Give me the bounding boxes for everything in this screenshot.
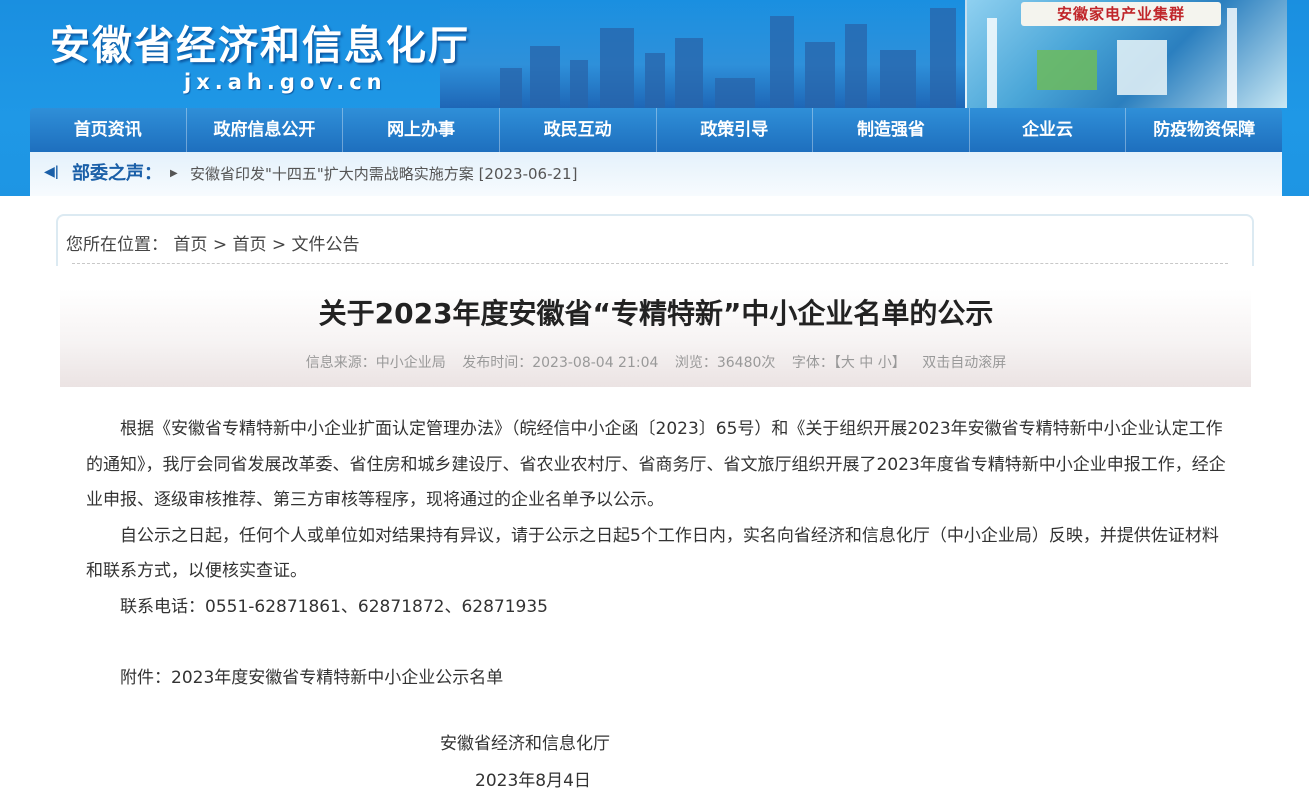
breadcrumb-link-home[interactable]: 首页 — [173, 235, 207, 255]
main-nav: 首页资讯 政府信息公开 网上办事 政民互动 政策引导 制造强省 企业云 防疫物资… — [30, 108, 1282, 152]
breadcrumb-separator: > — [271, 235, 287, 255]
autoscroll-hint[interactable]: 双击自动滚屏 — [922, 355, 1006, 371]
nav-item-epidemic-supplies[interactable]: 防疫物资保障 — [1126, 108, 1282, 152]
nav-item-interaction[interactable]: 政民互动 — [500, 108, 657, 152]
font-size-switch[interactable]: 【大 中 小】 — [834, 355, 906, 371]
nav-item-policy[interactable]: 政策引导 — [657, 108, 814, 152]
announcement-label: 部委之声： — [72, 163, 162, 184]
article-title: 关于2023年度安徽省“专精特新”中小企业名单的公示 — [318, 297, 994, 330]
attachment-link[interactable]: 附件：2023年度安徽省专精特新中小企业公示名单 — [86, 661, 1228, 697]
meta-source: 信息来源：中小企业局 — [305, 355, 446, 371]
speaker-icon: ◀ǀ — [44, 164, 59, 180]
site-banner: 安徽家电产业集群 安徽省经济和信息化厅 jx.ah.gov.cn — [0, 0, 1309, 108]
site-domain: jx.ah.gov.cn — [184, 70, 387, 94]
article-paragraph: 根据《安徽省专精特新中小企业扩面认定管理办法》（皖经信中小企函〔2023〕65号… — [86, 419, 1226, 510]
breadcrumb-prefix: 您所在位置： — [66, 235, 168, 255]
nav-item-online-services[interactable]: 网上办事 — [343, 108, 500, 152]
arrow-right-icon: ▶ — [170, 168, 178, 179]
article-paragraph: 自公示之日起，任何个人或单位如对结果持有异议，请于公示之日起5个工作日内，实名向… — [86, 525, 1219, 582]
meta-published: 发布时间：2023-08-04 21:04 — [462, 355, 659, 371]
nav-item-gov-info[interactable]: 政府信息公开 — [187, 108, 344, 152]
signature-org: 安徽省经济和信息化厅 — [440, 734, 610, 754]
site-title: 安徽省经济和信息化厅 — [50, 23, 470, 69]
breadcrumb-link-home-2[interactable]: 首页 — [232, 235, 266, 255]
nav-item-enterprise-cloud[interactable]: 企业云 — [970, 108, 1127, 152]
city-skyline-image — [440, 0, 1040, 108]
signature-date: 2023年8月4日 — [475, 771, 591, 791]
announcement-link[interactable]: 安徽省印发"十四五"扩大内需战略实施方案 [2023-06-21] — [190, 152, 577, 196]
banner-sign: 安徽家电产业集群 — [1021, 2, 1221, 26]
breadcrumb-link-notices[interactable]: 文件公告 — [292, 235, 360, 255]
content-panel: 您所在位置： 首页 > 首页 > 文件公告 关于2023年度安徽省“专精特新”中… — [30, 196, 1282, 800]
nav-item-manufacturing[interactable]: 制造强省 — [813, 108, 970, 152]
meta-font-label: 字体： — [791, 355, 834, 371]
expo-photo: 安徽家电产业集群 — [965, 0, 1287, 108]
article-body: 根据《安徽省专精特新中小企业扩面认定管理办法》（皖经信中小企函〔2023〕65号… — [86, 412, 1228, 696]
meta-views: 浏览：36480次 — [674, 355, 776, 371]
announcement-bar: ◀ǀ 部委之声： ▶ 安徽省印发"十四五"扩大内需战略实施方案 [2023-06… — [30, 152, 1282, 196]
article-meta: 信息来源：中小企业局 发布时间：2023-08-04 21:04 浏览：3648… — [30, 352, 1282, 372]
breadcrumb-separator: > — [212, 235, 228, 255]
nav-item-home-news[interactable]: 首页资讯 — [30, 108, 187, 152]
contact-phone: 联系电话：0551-62871861、62871872、62871935 — [120, 596, 548, 617]
breadcrumb: 您所在位置： 首页 > 首页 > 文件公告 — [66, 230, 360, 255]
dotted-divider — [72, 263, 1228, 264]
